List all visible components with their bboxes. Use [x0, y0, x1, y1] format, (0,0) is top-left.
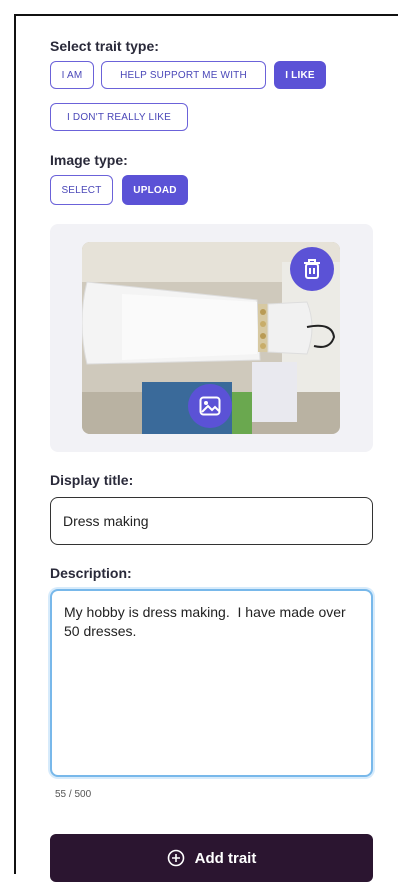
image-option-select[interactable]: SELECT	[50, 175, 113, 205]
character-counter: 55 / 500	[55, 789, 92, 800]
description-textarea[interactable]: My hobby is dress making. I have made ov…	[50, 589, 373, 777]
display-title-input[interactable]: Dress making	[50, 497, 373, 545]
trait-type-label: Select trait type:	[50, 38, 159, 54]
trait-option-dont-like[interactable]: I DON'T REALLY LIKE	[50, 103, 188, 131]
plus-circle-icon	[167, 849, 184, 867]
replace-image-button[interactable]	[188, 384, 232, 428]
trait-option-i-am[interactable]: I AM	[50, 61, 94, 89]
add-trait-label: Add trait	[194, 849, 257, 867]
image-icon	[199, 396, 221, 416]
trash-icon	[304, 259, 320, 279]
display-title-label: Display title:	[50, 472, 134, 488]
trait-option-help-support[interactable]: HELP SUPPORT ME WITH	[101, 61, 266, 89]
image-option-upload[interactable]: UPLOAD	[122, 175, 188, 205]
add-trait-button[interactable]: Add trait	[50, 834, 373, 882]
delete-image-button[interactable]	[290, 247, 334, 291]
trait-option-i-like[interactable]: I LIKE	[274, 61, 326, 89]
image-type-label: Image type:	[50, 152, 128, 168]
description-label: Description:	[50, 565, 132, 581]
